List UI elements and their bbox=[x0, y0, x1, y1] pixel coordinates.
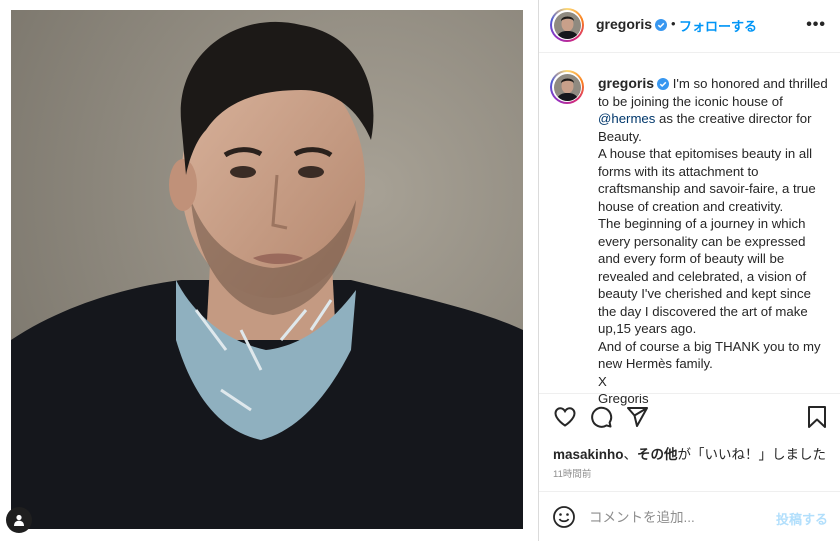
avatar-image bbox=[553, 11, 581, 39]
username-text[interactable]: gregoris bbox=[596, 16, 652, 32]
comment-bar: 投稿する bbox=[539, 492, 840, 541]
post-caption: gregoris I'm so honored and thrilled to … bbox=[598, 75, 828, 408]
caption-text-line: A house that epitomises beauty in all fo… bbox=[598, 146, 816, 214]
likes-summary: masakinho、その他が「いいね！」しました bbox=[553, 443, 826, 463]
header-separator: • bbox=[671, 16, 676, 31]
caption-username[interactable]: gregoris bbox=[598, 75, 654, 91]
actions-divider bbox=[539, 393, 840, 394]
likes-others-link[interactable]: その他 bbox=[637, 447, 678, 462]
portrait-illustration bbox=[11, 10, 523, 529]
smiley-face-icon[interactable] bbox=[552, 505, 576, 529]
post-photo[interactable] bbox=[11, 10, 523, 529]
post-actions bbox=[539, 405, 840, 431]
user-tag-button[interactable] bbox=[6, 507, 32, 533]
bookmark-icon[interactable] bbox=[806, 405, 828, 429]
heart-icon[interactable] bbox=[553, 405, 577, 429]
paper-plane-icon[interactable] bbox=[625, 405, 649, 429]
follow-button[interactable]: フォローする bbox=[679, 16, 757, 35]
post-timestamp[interactable]: 11時間前 bbox=[553, 466, 591, 480]
comment-bubble-icon[interactable] bbox=[589, 405, 613, 429]
post-comment-button[interactable]: 投稿する bbox=[776, 509, 828, 528]
likes-suffix: が「いいね！」しました bbox=[677, 447, 827, 462]
caption-text-line: And of course a big THANK you to my new … bbox=[598, 338, 821, 372]
verified-badge-icon bbox=[657, 78, 670, 90]
caption-author-avatar[interactable] bbox=[550, 70, 584, 104]
mention-link[interactable]: @hermes bbox=[598, 111, 655, 126]
user-tag-icon bbox=[14, 514, 24, 526]
verified-badge-icon bbox=[655, 19, 668, 31]
post-sidebar: gregoris • フォローする ••• gregoris I'm so ho… bbox=[539, 0, 840, 541]
caption-text-line: The beginning of a journey in which ever… bbox=[598, 216, 811, 336]
comment-input[interactable] bbox=[589, 507, 769, 527]
author-username[interactable]: gregoris bbox=[596, 16, 668, 32]
avatar-image bbox=[553, 73, 581, 101]
caption-text-line: X bbox=[598, 373, 607, 389]
caption-paragraph-intro: gregoris I'm so honored and thrilled to … bbox=[598, 75, 828, 145]
post-header: gregoris • フォローする ••• bbox=[539, 0, 840, 53]
liker-username[interactable]: masakinho bbox=[553, 447, 624, 462]
post-media-pane bbox=[0, 0, 538, 541]
likes-separator: 、 bbox=[623, 447, 638, 462]
caption-area: gregoris I'm so honored and thrilled to … bbox=[539, 53, 840, 406]
more-options-icon[interactable]: ••• bbox=[806, 16, 826, 34]
author-avatar[interactable] bbox=[550, 8, 584, 42]
